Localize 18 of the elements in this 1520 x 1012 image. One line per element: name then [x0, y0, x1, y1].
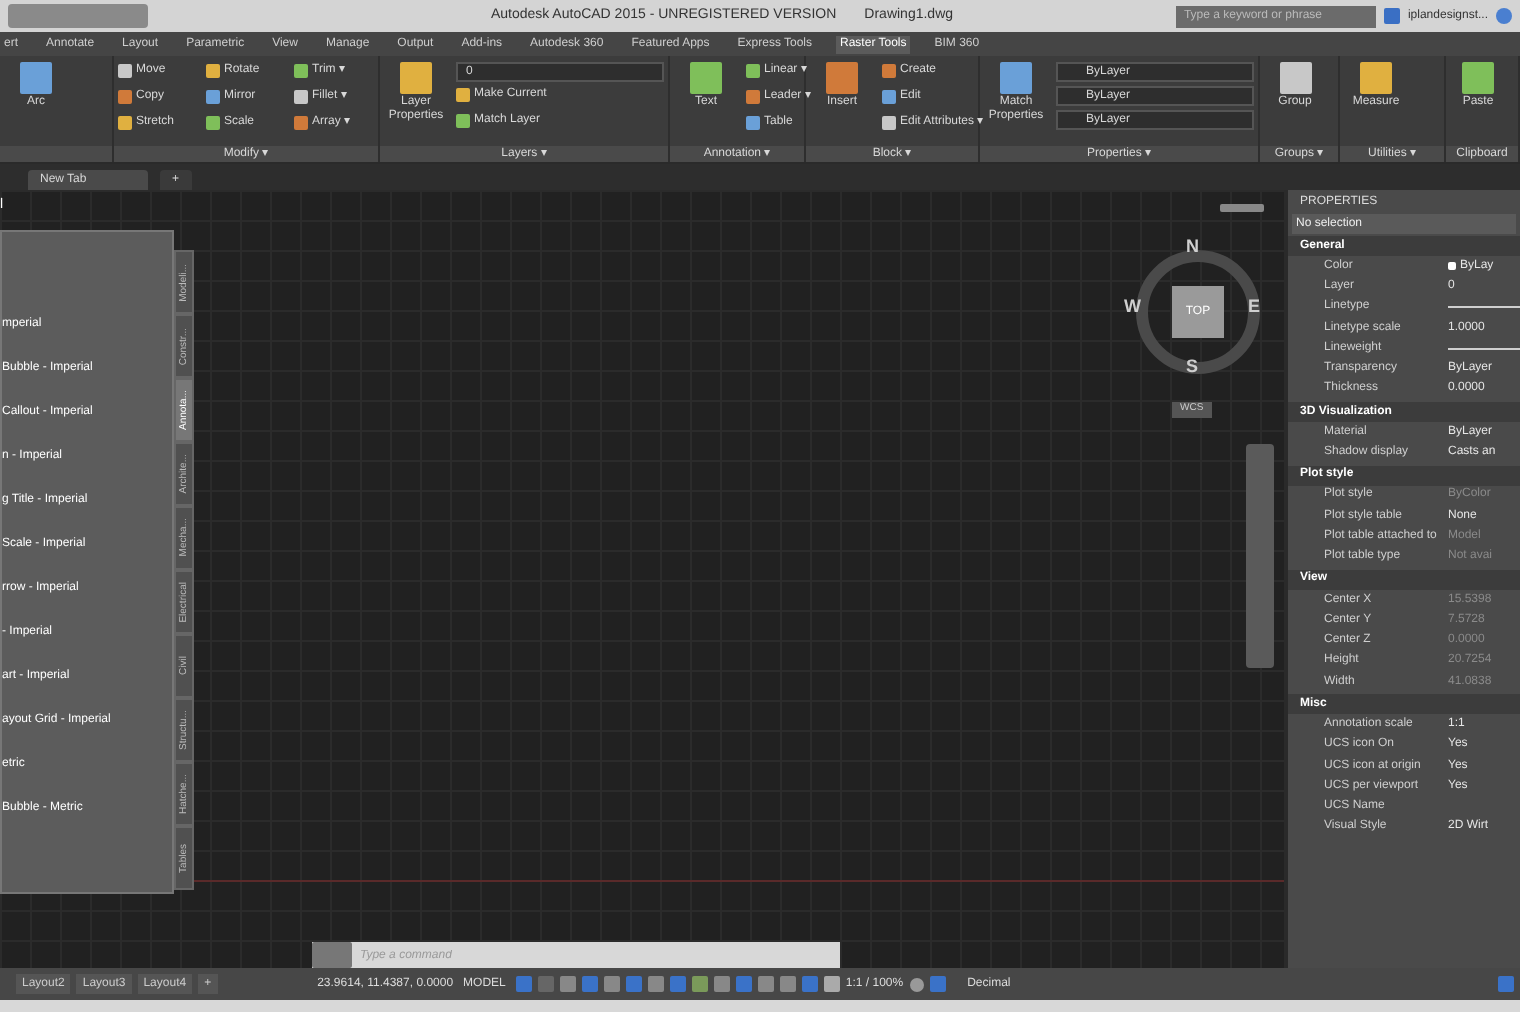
compass-label: N: [1186, 234, 1199, 260]
tool-icon: [1462, 62, 1494, 94]
tool-icon: [1000, 62, 1032, 94]
compass-label: W: [1124, 294, 1141, 320]
tool-icon: [1279, 62, 1311, 94]
tool-icon: [20, 62, 52, 94]
compass-label: E: [1248, 294, 1261, 320]
panel-footer[interactable]: [0, 146, 112, 162]
compass-label: S: [1186, 354, 1199, 380]
close-icon: [312, 942, 352, 968]
tool-icon: [826, 62, 858, 94]
tool-icon: [400, 62, 432, 94]
viewport-controls-icon: [1220, 204, 1264, 212]
color-swatch-icon: [1448, 262, 1456, 271]
navigation-bar[interactable]: [1246, 444, 1274, 668]
tool-icon: [690, 62, 722, 94]
quick-access-toolbar[interactable]: [8, 4, 148, 28]
tool-icon: [1360, 62, 1392, 94]
